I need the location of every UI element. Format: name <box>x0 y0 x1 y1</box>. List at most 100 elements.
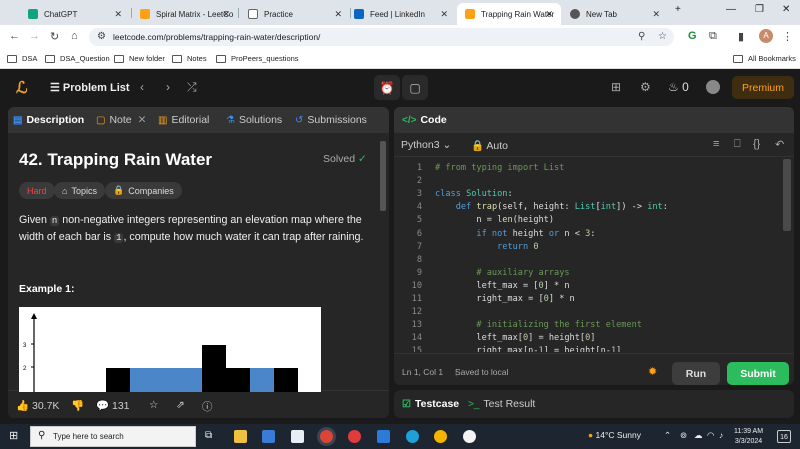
code-line[interactable]: 3 class Solution: <box>394 189 794 202</box>
code-line[interactable]: 4 def trap(self, height: List[int]) -> i… <box>394 202 794 215</box>
language-select[interactable]: Python3 ⌄ <box>401 139 451 151</box>
tab-code[interactable]: </> Code <box>402 114 447 126</box>
reset-icon[interactable]: ↶ <box>775 138 784 151</box>
code-line[interactable]: 6 if not height or n < 3: <box>394 229 794 242</box>
code-line[interactable]: 11 right_max = [0] * n <box>394 294 794 307</box>
code-line[interactable]: 2 <box>394 176 794 189</box>
back-icon[interactable]: ← <box>9 30 20 42</box>
streak-counter[interactable]: ♨ 0 <box>668 80 689 94</box>
extensions-icon[interactable]: ⧉ <box>709 30 717 43</box>
file-explorer-icon[interactable] <box>234 430 247 443</box>
tab-test-result[interactable]: >_ Test Result <box>468 398 535 410</box>
weather-widget[interactable]: ● 14°C Sunny <box>588 430 641 440</box>
format-icon[interactable]: ≡ <box>713 138 719 150</box>
debug-icon[interactable]: ✹ <box>648 365 657 378</box>
close-tab-icon[interactable]: ✕ <box>222 9 230 20</box>
code-editor[interactable]: 1 # from typing import List 2 3 class Soluti… <box>394 157 794 352</box>
sidebar-icon[interactable]: ▮ <box>738 30 744 43</box>
like-button[interactable]: 👍 30.7K <box>16 399 59 412</box>
prev-problem-icon[interactable]: ‹ <box>140 80 144 94</box>
close-window-icon[interactable]: ✕ <box>782 4 790 15</box>
comments-button[interactable]: 💬 131 <box>96 399 130 412</box>
tray-chevron-icon[interactable]: ⌃ <box>664 430 671 441</box>
companies-chip[interactable]: 🔒 Companies <box>105 182 182 199</box>
notification-badge[interactable]: 16 <box>777 430 791 443</box>
favorite-star-icon[interactable]: ☆ <box>149 399 158 411</box>
forward-icon[interactable]: → <box>29 30 40 42</box>
tab-submissions[interactable]: ↺ Submissions <box>295 114 367 126</box>
bookmark-dsa-question[interactable]: DSA_Question <box>45 54 110 63</box>
layout-grid-icon[interactable]: ⊞ <box>611 80 621 94</box>
url-field[interactable]: ⚙ leetcode.com/problems/trapping-rain-wa… <box>89 28 674 46</box>
system-clock[interactable]: 11:39 AM 3/3/2024 <box>734 427 763 447</box>
close-tab-icon[interactable]: ✕ <box>440 9 448 20</box>
task-view-icon[interactable]: ⧉ <box>205 430 212 441</box>
code-line[interactable]: 5 n = len(height) <box>394 215 794 228</box>
code-line[interactable]: 13 # initializing the first element <box>394 320 794 333</box>
timer-button[interactable]: ⏰ <box>374 75 400 100</box>
menu-icon[interactable]: ⋮ <box>782 30 793 43</box>
zoom-icon[interactable]: ⚲ <box>638 31 645 42</box>
close-note-icon[interactable]: ✕ <box>138 114 147 126</box>
share-icon[interactable]: ⇗ <box>176 399 185 411</box>
chrome-profile-icon[interactable] <box>348 430 361 443</box>
code-scrollbar[interactable] <box>783 159 791 231</box>
braces-icon[interactable]: {} <box>753 138 760 150</box>
browser-tab-linkedin[interactable]: Feed | LinkedIn ✕ <box>346 3 456 25</box>
volume-icon[interactable]: ♪ <box>719 430 723 440</box>
leetcode-logo-icon[interactable]: ℒ <box>16 78 28 98</box>
new-tab-icon[interactable]: + <box>675 4 681 15</box>
close-tab-icon[interactable]: ✕ <box>652 9 660 20</box>
restore-icon[interactable]: ❐ <box>755 4 764 15</box>
cloud-icon[interactable]: ☁ <box>694 430 703 441</box>
problem-list-link[interactable]: ☰ Problem List <box>50 81 130 94</box>
close-tab-icon[interactable]: ✕ <box>545 9 553 20</box>
code-line[interactable]: 12 <box>394 307 794 320</box>
wifi-icon[interactable]: ◠ <box>707 430 714 441</box>
browser-tab-new-tab[interactable]: New Tab ✕ <box>562 3 668 25</box>
profile-avatar[interactable]: A <box>759 29 773 43</box>
run-button[interactable]: Run <box>672 362 720 385</box>
chrome-alt-icon[interactable] <box>434 430 447 443</box>
browser-tab-spiral-matrix[interactable]: Spiral Matrix - LeetCo ✕ <box>132 3 238 25</box>
premium-button[interactable]: Premium <box>732 76 794 99</box>
app-icon[interactable] <box>463 430 476 443</box>
user-avatar[interactable] <box>706 80 720 94</box>
chrome-taskbar-icon[interactable] <box>320 430 333 443</box>
description-scrollbar[interactable] <box>380 141 386 211</box>
bookmark-propeers[interactable]: ProPeers_questions <box>216 54 299 63</box>
vscode-icon[interactable] <box>377 430 390 443</box>
minimize-icon[interactable]: — <box>726 4 736 15</box>
next-problem-icon[interactable]: › <box>166 80 170 94</box>
code-line[interactable]: 15 right_max[n-1] = height[n-1] <box>394 346 794 352</box>
tab-testcase[interactable]: ☑ Testcase <box>402 398 459 410</box>
tab-description[interactable]: ▤ Description <box>13 114 84 126</box>
mail-icon[interactable] <box>291 430 304 443</box>
code-line[interactable]: 10 left_max = [0] * n <box>394 281 794 294</box>
code-line[interactable]: 14 left_max[0] = height[0] <box>394 333 794 346</box>
help-icon[interactable]: ⓘ <box>202 399 213 414</box>
reload-icon[interactable]: ↻ <box>50 30 59 43</box>
all-bookmarks[interactable]: All Bookmarks <box>733 54 796 63</box>
topics-chip[interactable]: ⌂ Topics <box>54 182 105 199</box>
browser-tab-chatgpt[interactable]: ChatGPT ✕ <box>20 3 130 25</box>
network-icon[interactable]: ⊚ <box>680 430 687 441</box>
browser-tab-practice[interactable]: Practice ✕ <box>240 3 350 25</box>
grammarly-extension-icon[interactable]: G <box>688 30 697 42</box>
close-tab-icon[interactable]: ✕ <box>334 9 342 20</box>
difficulty-badge[interactable]: Hard <box>19 182 55 199</box>
notes-button[interactable]: ▢ <box>402 75 428 100</box>
auto-mode-toggle[interactable]: 🔒 Auto <box>471 139 508 152</box>
edge-icon[interactable] <box>406 430 419 443</box>
tab-solutions[interactable]: ⚗ Solutions <box>226 114 282 126</box>
dislike-button[interactable]: 👎 <box>71 399 84 412</box>
taskbar-search[interactable]: ⚲ Type here to search <box>30 426 196 447</box>
bookmark-dsa[interactable]: DSA <box>7 54 37 63</box>
tab-note[interactable]: ▢ Note ✕ <box>96 114 146 126</box>
bookmark-new-folder[interactable]: New folder <box>114 54 165 63</box>
close-tab-icon[interactable]: ✕ <box>114 9 122 20</box>
settings-gear-icon[interactable]: ⚙ <box>640 80 651 94</box>
code-line[interactable]: 1 # from typing import List <box>394 163 794 176</box>
shuffle-icon[interactable]: ⤮ <box>187 80 197 95</box>
windows-start-icon[interactable]: ⊞ <box>9 429 18 442</box>
